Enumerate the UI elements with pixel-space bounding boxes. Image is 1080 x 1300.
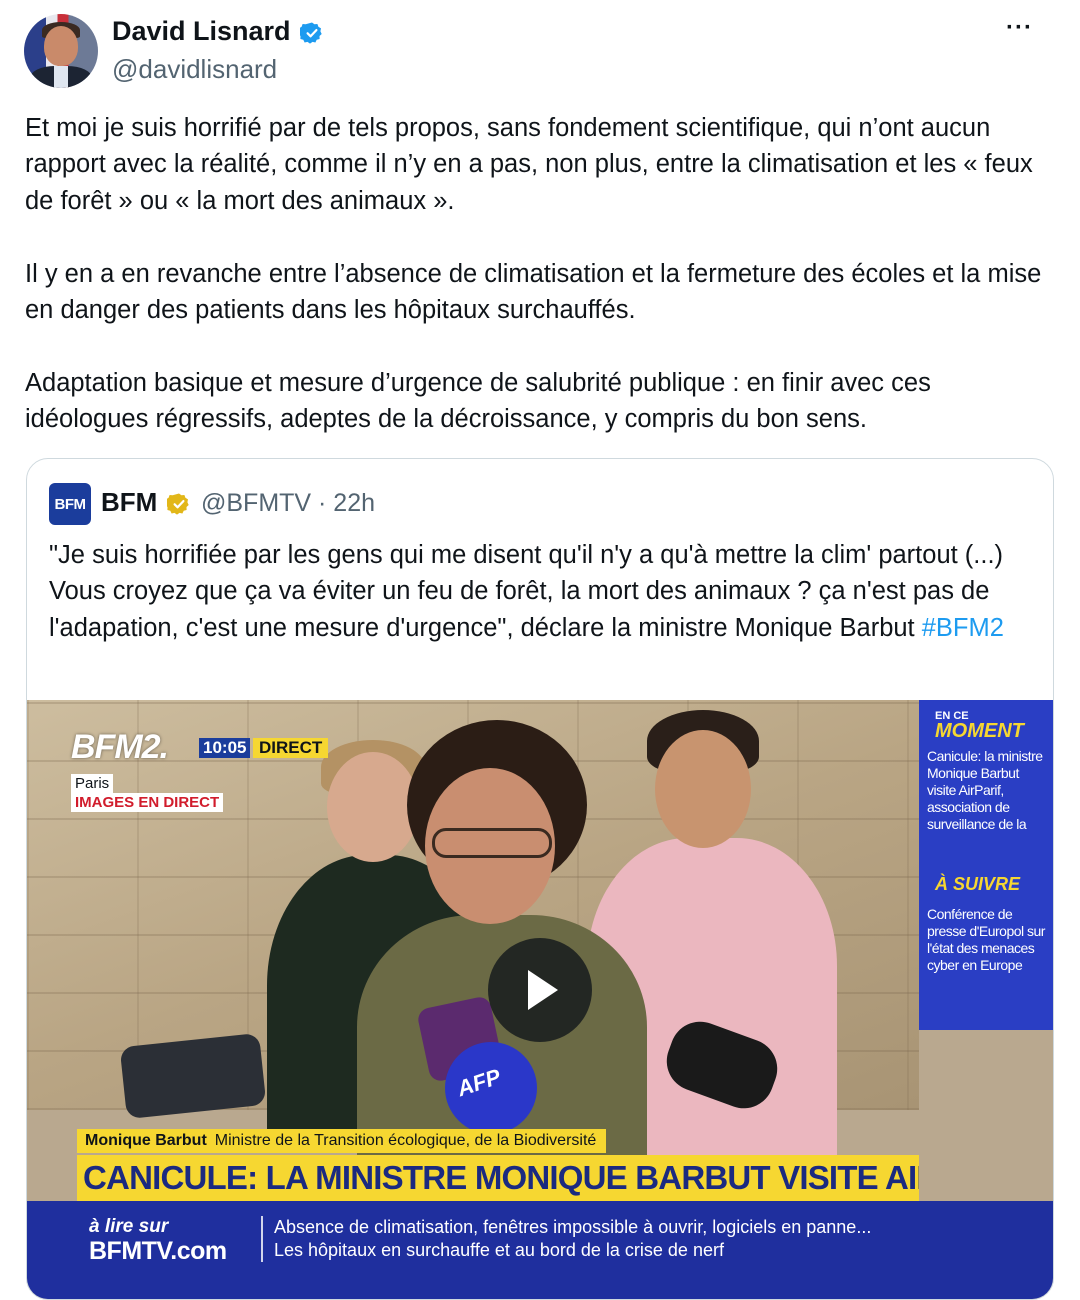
tweet-paragraph-2: Il y en a en revanche entre l’absence de… xyxy=(25,259,1042,325)
gold-verified-badge-icon xyxy=(167,493,189,515)
footer-read-label: à lire sur xyxy=(89,1216,169,1237)
side-panel-next-title: À SUIVRE xyxy=(935,874,1021,894)
author-handle[interactable]: @davidlisnard xyxy=(112,54,277,85)
avatar-shirt xyxy=(54,66,68,88)
speaker-name: Monique Barbut xyxy=(85,1132,207,1149)
footer-site: BFMTV.com xyxy=(89,1237,227,1265)
news-side-panel: EN CE MOMENT Canicule: la ministre Moniq… xyxy=(919,700,1053,1030)
author-avatar[interactable] xyxy=(24,14,98,88)
author-name[interactable]: David Lisnard xyxy=(112,16,291,47)
news-headline: CANICULE: LA MINISTRE MONIQUE BARBUT VIS… xyxy=(77,1155,919,1201)
bfm-logo-icon: BFM xyxy=(49,483,91,525)
tweet-text: Et moi je suis horrifié par de tels prop… xyxy=(25,110,1060,438)
quoted-handle-time[interactable]: @BFMTV · 22h xyxy=(201,489,375,518)
broadcast-time: 10:05 xyxy=(199,738,251,758)
lower-third-name: Monique Barbut Ministre de la Transition … xyxy=(77,1129,607,1153)
footer-news-line-2: Les hôpitaux en surchauffe et au bord de… xyxy=(274,1240,724,1260)
side-panel-text: Canicule: la ministre Monique Barbut vis… xyxy=(927,748,1043,832)
footer-separator xyxy=(261,1216,263,1262)
tweet-paragraph-3: Adaptation basique et mesure d’urgence d… xyxy=(25,368,931,434)
direct-label: DIRECT xyxy=(253,738,329,758)
quoted-text-body: "Je suis horrifiée par les gens qui me d… xyxy=(49,541,1004,642)
news-footer-bar: à lire sur BFMTV.com Absence de climatis… xyxy=(27,1201,1053,1299)
video-speaker-glasses xyxy=(432,828,552,858)
quoted-author-name[interactable]: BFM xyxy=(101,487,157,518)
hashtag-link[interactable]: #BFM2 xyxy=(922,614,1004,642)
footer-news-line-1: Absence de climatisation, fenêtres impos… xyxy=(274,1217,872,1237)
video-person-left-head xyxy=(327,752,419,862)
play-button-icon[interactable] xyxy=(488,938,592,1042)
speaker-role: Ministre de la Transition écologique, de… xyxy=(214,1132,597,1149)
quoted-tweet-card[interactable]: BFM BFM @BFMTV · 22h "Je suis horrifiée … xyxy=(26,458,1054,1300)
live-images-label: IMAGES EN DIRECT xyxy=(71,793,224,812)
location-label: Paris xyxy=(71,774,114,793)
video-player[interactable]: AFP BFM2. 10:05 DIRECT Paris IMAGES EN D… xyxy=(27,700,1053,1299)
avatar-face xyxy=(44,26,78,66)
more-options-icon[interactable]: ··· xyxy=(1006,14,1033,42)
side-panel-next-text: Conférence de presse d'Europol sur l'éta… xyxy=(927,906,1045,973)
bfm2-channel-logo: BFM2. xyxy=(71,728,169,766)
quoted-tweet-text: "Je suis horrifiée par les gens qui me d… xyxy=(49,537,1039,646)
side-panel-title: MOMENT xyxy=(935,720,1024,742)
video-phone xyxy=(119,1032,267,1120)
verified-badge-icon xyxy=(300,22,322,44)
video-person-right-head xyxy=(655,730,751,848)
tweet-paragraph-1: Et moi je suis horrifié par de tels prop… xyxy=(25,114,1033,215)
